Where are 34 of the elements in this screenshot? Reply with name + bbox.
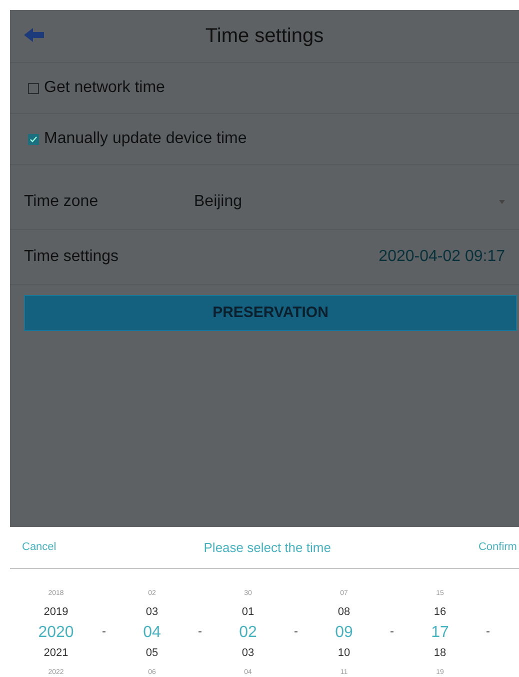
separator-dash: -	[102, 623, 106, 640]
picker-option[interactable]: 03	[242, 644, 254, 663]
checkbox[interactable]	[28, 82, 39, 94]
picker-option[interactable]: 04	[143, 622, 161, 644]
cancel-button[interactable]: Cancel	[22, 539, 56, 556]
picker-option[interactable]: 02	[239, 622, 257, 644]
back-arrow-icon[interactable]	[24, 28, 44, 42]
separator-dash: -	[390, 623, 394, 640]
checkbox-label: Get network time	[44, 78, 165, 98]
page-title: Time settings	[205, 24, 324, 48]
field-label: Time zone	[24, 192, 100, 212]
checkbox[interactable]	[28, 134, 39, 144]
picker-option[interactable]: 05	[146, 644, 158, 663]
save-button[interactable]: PRESERVATION	[24, 295, 517, 331]
picker-option[interactable]: 08	[338, 603, 350, 622]
field-label: Time settings	[24, 247, 120, 267]
separator-dash: -	[198, 623, 202, 640]
dropdown-value[interactable]: Beijing	[194, 190, 242, 214]
picker-option[interactable]: 2021	[44, 644, 68, 663]
picker-title: Please select the time	[204, 538, 331, 557]
picker-option[interactable]: 03	[146, 603, 158, 622]
picker-option[interactable]: 18	[434, 644, 446, 663]
picker-option[interactable]: 17	[431, 622, 449, 644]
separator-dash: -	[294, 623, 298, 640]
date-time-value[interactable]: 2020-04-02 09:17	[378, 245, 505, 269]
picker-option[interactable]: 10	[338, 644, 350, 663]
separator-dash: -	[486, 623, 490, 640]
picker-option[interactable]: 2019	[44, 603, 68, 622]
picker-option[interactable]: 2020	[38, 622, 74, 644]
picker-option[interactable]: 09	[335, 622, 353, 644]
picker-option[interactable]: 16	[434, 603, 446, 622]
checkbox-label: Manually update device time	[44, 129, 247, 149]
picker-option[interactable]: 01	[242, 603, 254, 622]
confirm-button[interactable]: Confirm	[478, 539, 517, 556]
